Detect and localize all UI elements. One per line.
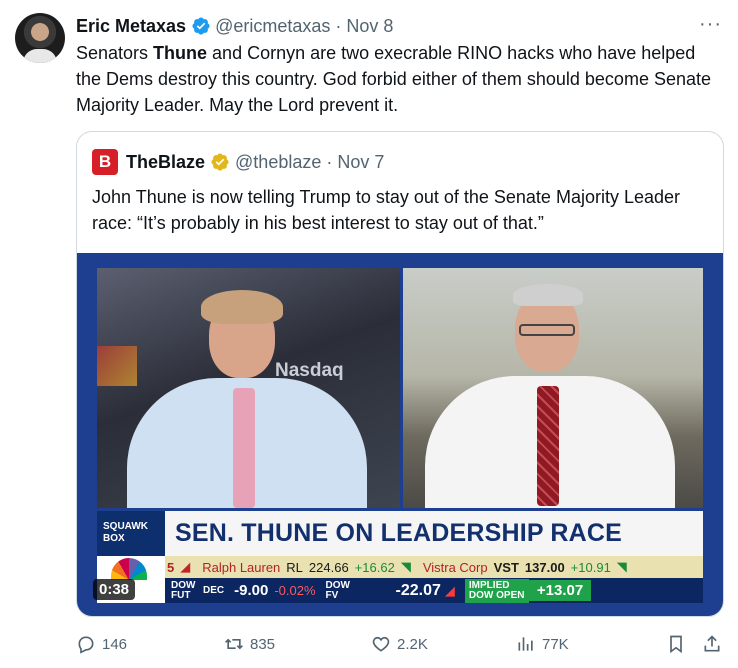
down-arrow-icon: ◢: [180, 559, 191, 574]
video-left-panel: Nasdaq: [97, 268, 400, 508]
implied-dow-open-label: IMPLIED DOW OPEN: [464, 578, 529, 603]
dow-fut-value: -9.00: [234, 582, 269, 599]
gold-verified-badge-icon: [211, 153, 229, 171]
quote-author-name: TheBlaze: [126, 151, 206, 172]
more-options-icon[interactable]: ···: [699, 14, 722, 34]
tweet-date[interactable]: Nov 8: [346, 16, 393, 37]
ticker-item1-name: Ralph Lauren: [202, 559, 281, 575]
video-player[interactable]: Nasdaq SQUAWK BOX SEN. THUNE ON LEADERSH…: [77, 253, 723, 616]
quote-text: John Thune is now telling Trump to stay …: [92, 187, 681, 233]
video-timestamp: 0:38: [93, 579, 136, 600]
like-button[interactable]: 2.2K: [371, 634, 428, 654]
tweet-text-before: Senators: [76, 43, 154, 63]
quoted-tweet[interactable]: B TheBlaze @theblaze · Nov 7 John Thune …: [76, 131, 724, 617]
video-headline: SEN. THUNE ON LEADERSHIP RACE: [165, 511, 703, 556]
tweet-text-bold: Thune: [153, 43, 208, 63]
quote-author-handle: @theblaze: [235, 151, 322, 172]
views-count: 77K: [542, 635, 569, 653]
repost-count: 835: [250, 635, 276, 653]
dow-fut-pct: -0.02%: [274, 583, 316, 598]
quote-date: Nov 7: [337, 151, 385, 172]
share-button[interactable]: [702, 634, 728, 654]
ticker-item2-price: 137.00: [524, 559, 565, 575]
up-arrow-icon: ◥: [616, 559, 627, 574]
up-arrow-icon: ◥: [400, 559, 411, 574]
tweet-header: Eric Metaxas @ericmetaxas · Nov 8: [76, 14, 393, 38]
quote-header-separator: ·: [326, 151, 333, 172]
video-right-panel: [403, 268, 703, 508]
ticker-lead-value: 5: [167, 559, 175, 575]
share-icon: [704, 635, 720, 652]
like-count: 2.2K: [397, 635, 428, 653]
theblaze-logo-icon[interactable]: B: [92, 149, 118, 175]
dow-fut-month: DEC: [203, 584, 225, 596]
author-handle[interactable]: @ericmetaxas: [215, 16, 330, 37]
ticker-item2-change: +10.91: [570, 559, 611, 575]
repost-button[interactable]: 835: [224, 634, 275, 654]
ticker-item2-symbol: VST: [493, 559, 519, 575]
tweet-text: Senators Thune and Cornyn are two execra…: [76, 40, 716, 118]
implied-dow-open-value: +13.07: [528, 580, 592, 601]
views-button[interactable]: 77K: [516, 634, 569, 654]
header-separator: ·: [335, 15, 342, 36]
reply-count: 146: [102, 635, 128, 653]
dow-fv-value: -22.07: [395, 581, 441, 599]
author-avatar[interactable]: [15, 13, 65, 63]
reply-icon: [78, 636, 94, 654]
ticker-bottom: DOW FUT DEC -9.00 -0.02% DOW FV -22.07 ◢…: [165, 578, 703, 603]
ticker-item2-name: Vistra Corp: [422, 559, 488, 575]
repost-icon: [225, 638, 243, 650]
bookmark-button[interactable]: [666, 634, 692, 654]
bookmark-icon: [670, 635, 682, 654]
action-bar: 146 835 2.2K 77K: [76, 626, 724, 662]
ticker-item1-change: +16.62: [354, 559, 395, 575]
views-chart-icon: [518, 637, 533, 651]
ticker-item1-symbol: RL: [286, 559, 303, 575]
dow-fv-label: DOW FV: [325, 579, 350, 601]
down-arrow-icon: ◢: [444, 582, 455, 598]
reply-button[interactable]: 146: [76, 634, 127, 654]
author-name[interactable]: Eric Metaxas: [76, 16, 186, 37]
ticker-item1-price: 224.66: [308, 559, 349, 575]
heart-icon: [372, 636, 390, 652]
dow-fut-label: DOW FUT: [171, 579, 196, 601]
quote-header: B TheBlaze @theblaze · Nov 7: [92, 149, 385, 175]
squawk-box-logo: SQUAWK BOX: [97, 511, 165, 556]
ticker-top: 5 ◢ Ralph Lauren RL 224.66 +16.62 ◥ Vist…: [165, 556, 703, 578]
verified-badge-icon: [192, 17, 210, 35]
